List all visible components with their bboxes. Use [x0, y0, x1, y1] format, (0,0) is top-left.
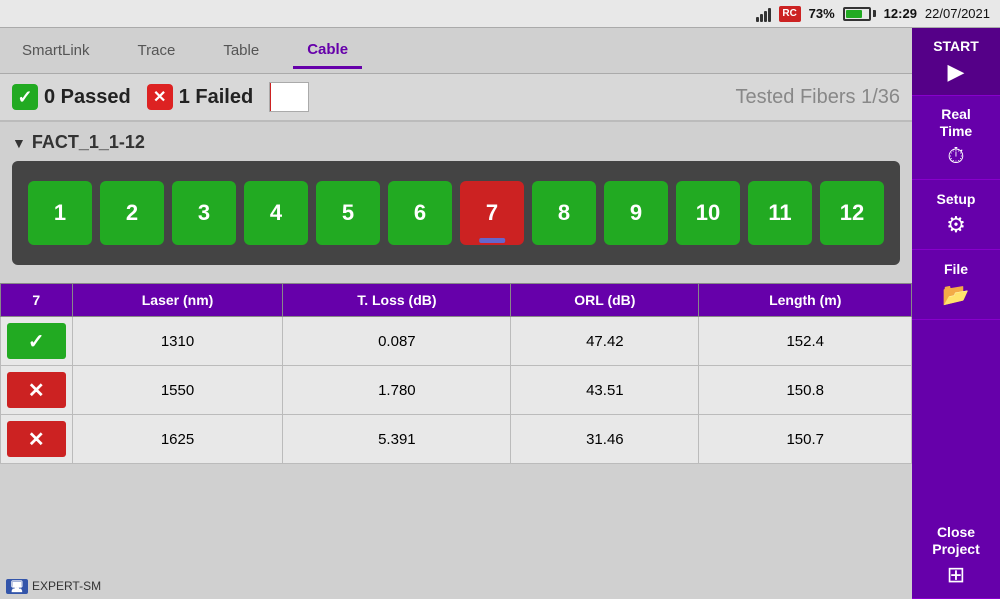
cable-section: ▼ FACT_1_1-12 1 2 3 4 5 6 7 8 9 10 11 12: [0, 122, 912, 279]
file-label: File: [944, 261, 968, 278]
rc-icon: RC: [779, 6, 801, 22]
row-3-orl: 31.46: [511, 415, 699, 464]
play-icon: ▶: [948, 59, 965, 85]
fiber-grid-container: 1 2 3 4 5 6 7 8 9 10 11 12: [12, 161, 900, 265]
row-3-tloss: 5.391: [283, 415, 511, 464]
pass-icon: ✓: [12, 84, 38, 110]
battery-percent: 73%: [809, 6, 835, 21]
row-1-length: 152.4: [699, 317, 912, 366]
timer-icon: ⏱: [947, 143, 964, 169]
tab-bar: SmartLink Trace Table Cable: [0, 28, 912, 74]
fiber-6[interactable]: 6: [388, 181, 452, 245]
col-laser: Laser (nm): [72, 284, 283, 317]
col-tloss: T. Loss (dB): [283, 284, 511, 317]
grid-icon: ⊞: [947, 562, 965, 588]
fail-section: ✕ 1 Failed: [147, 84, 253, 110]
realtime-label: RealTime: [940, 106, 972, 140]
fiber-4[interactable]: 4: [244, 181, 308, 245]
fiber-2[interactable]: 2: [100, 181, 164, 245]
date-display: 22/07/2021: [925, 6, 990, 21]
pass-count: 0 Passed: [44, 86, 131, 109]
expand-icon: ▼: [12, 135, 26, 151]
fiber-10[interactable]: 10: [676, 181, 740, 245]
row-2-orl: 43.51: [511, 366, 699, 415]
setup-button[interactable]: Setup ⚙: [912, 180, 1000, 250]
table-row: ✓ 1310 0.087 47.42 152.4: [1, 317, 912, 366]
fiber-grid: 1 2 3 4 5 6 7 8 9 10 11 12: [28, 181, 884, 245]
main-layout: SmartLink Trace Table Cable ✓ 0 Passed ✕…: [0, 28, 1000, 599]
footer-logo: 🖥: [6, 579, 28, 594]
row-1-laser: 1310: [72, 317, 283, 366]
device-label: EXPERT-SM: [32, 579, 101, 593]
fiber-1[interactable]: 1: [28, 181, 92, 245]
footer-bar: 🖥 EXPERT-SM: [0, 573, 107, 599]
fiber-5[interactable]: 5: [316, 181, 380, 245]
left-content: SmartLink Trace Table Cable ✓ 0 Passed ✕…: [0, 28, 912, 599]
row-1-orl: 47.42: [511, 317, 699, 366]
pass-check-icon: ✓: [28, 329, 45, 354]
summary-bar: ✓ 0 Passed ✕ 1 Failed Tested Fibers 1/36: [0, 74, 912, 122]
fiber-7[interactable]: 7: [460, 181, 524, 245]
close-project-button[interactable]: CloseProject ⊞: [912, 514, 1000, 599]
cable-title: ▼ FACT_1_1-12: [12, 132, 900, 153]
table-row: ✕ 1625 5.391 31.46 150.7: [1, 415, 912, 464]
right-sidebar: START ▶ RealTime ⏱ Setup ⚙ File 📂 CloseP…: [912, 28, 1000, 599]
row-1-status: ✓: [1, 317, 73, 366]
row-2-tloss: 1.780: [283, 366, 511, 415]
fiber-12[interactable]: 12: [820, 181, 884, 245]
battery-icon: [843, 7, 876, 21]
tab-cable[interactable]: Cable: [293, 33, 362, 69]
pass-section: ✓ 0 Passed: [12, 84, 131, 110]
col-fiber: 7: [1, 284, 73, 317]
row-3-laser: 1625: [72, 415, 283, 464]
tested-fibers: Tested Fibers 1/36: [735, 86, 900, 109]
fail-count: 1 Failed: [179, 86, 253, 109]
close-label: CloseProject: [932, 524, 979, 558]
row-1-tloss: 0.087: [283, 317, 511, 366]
row-3-length: 150.7: [699, 415, 912, 464]
cable-name: FACT_1_1-12: [32, 132, 145, 153]
tab-table[interactable]: Table: [209, 34, 273, 67]
folder-icon: 📂: [942, 282, 969, 308]
fiber-8[interactable]: 8: [532, 181, 596, 245]
fail-x-icon: ✕: [28, 378, 45, 403]
fail-x-icon-2: ✕: [28, 427, 45, 452]
tab-smartlink[interactable]: SmartLink: [8, 34, 104, 67]
progress-bar: [269, 82, 309, 112]
time-display: 12:29: [884, 6, 917, 21]
row-2-status: ✕: [1, 366, 73, 415]
row-2-laser: 1550: [72, 366, 283, 415]
status-bar: RC 73% 12:29 22/07/2021: [0, 0, 1000, 28]
col-length: Length (m): [699, 284, 912, 317]
col-orl: ORL (dB): [511, 284, 699, 317]
fiber-9[interactable]: 9: [604, 181, 668, 245]
realtime-button[interactable]: RealTime ⏱: [912, 96, 1000, 181]
gear-icon: ⚙: [946, 212, 966, 238]
fiber-11[interactable]: 11: [748, 181, 812, 245]
start-label: START: [933, 38, 979, 55]
tab-trace[interactable]: Trace: [124, 34, 190, 67]
row-3-status: ✕: [1, 415, 73, 464]
wifi-icon: [756, 6, 771, 22]
table-row: ✕ 1550 1.780 43.51 150.8: [1, 366, 912, 415]
fail-icon: ✕: [147, 84, 173, 110]
data-table: 7 Laser (nm) T. Loss (dB) ORL (dB) Lengt…: [0, 283, 912, 464]
fiber-3[interactable]: 3: [172, 181, 236, 245]
setup-label: Setup: [937, 191, 976, 208]
file-button[interactable]: File 📂: [912, 250, 1000, 320]
row-2-length: 150.8: [699, 366, 912, 415]
start-button[interactable]: START ▶: [912, 28, 1000, 96]
